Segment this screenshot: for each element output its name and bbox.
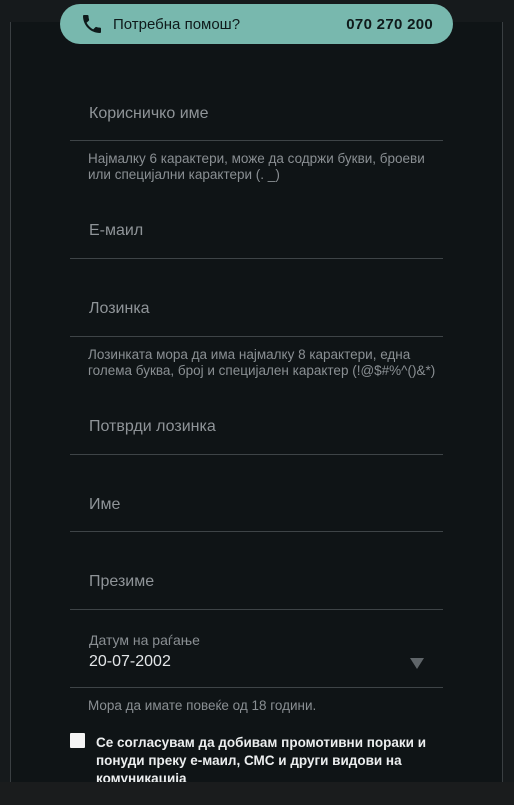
chevron-down-icon <box>410 658 424 669</box>
birthdate-hint: Мора да имате повеќе од 18 години. <box>88 698 317 713</box>
email-placeholder: Е-маил <box>89 222 144 239</box>
password-field[interactable]: Лозинка <box>70 283 443 337</box>
consent-label[interactable]: Се согласувам да добивам промотивни пора… <box>96 734 436 788</box>
first-name-field[interactable]: Име <box>70 479 443 532</box>
confirm-password-field[interactable]: Потврди лозинка <box>70 401 443 455</box>
email-field[interactable]: Е-маил <box>70 205 443 259</box>
birthdate-label: Датум на раѓање <box>89 632 200 648</box>
help-phone-number[interactable]: 070 270 200 <box>346 16 433 33</box>
password-hint: Лозинката мора да има најмалку 8 каракте… <box>88 347 436 378</box>
consent-checkbox[interactable] <box>70 733 85 748</box>
first-name-placeholder: Име <box>89 496 121 513</box>
birthdate-value: 20-07-2002 <box>89 653 171 670</box>
username-hint: Најмалку 6 карактери, може да содржи бук… <box>88 151 425 182</box>
username-placeholder: Корисничко име <box>89 105 209 122</box>
username-field[interactable]: Корисничко име <box>70 88 443 141</box>
phone-icon <box>83 15 101 33</box>
last-name-field[interactable]: Презиме <box>70 556 443 610</box>
help-text: Потребна помош? <box>113 15 241 33</box>
birthdate-select[interactable]: Датум на раѓање 20-07-2002 <box>70 623 443 688</box>
password-placeholder: Лозинка <box>89 300 150 317</box>
last-name-placeholder: Презиме <box>89 573 155 590</box>
bottom-bar <box>0 782 514 805</box>
confirm-password-placeholder: Потврди лозинка <box>89 418 216 435</box>
help-banner[interactable]: Потребна помош? 070 270 200 <box>60 4 453 44</box>
